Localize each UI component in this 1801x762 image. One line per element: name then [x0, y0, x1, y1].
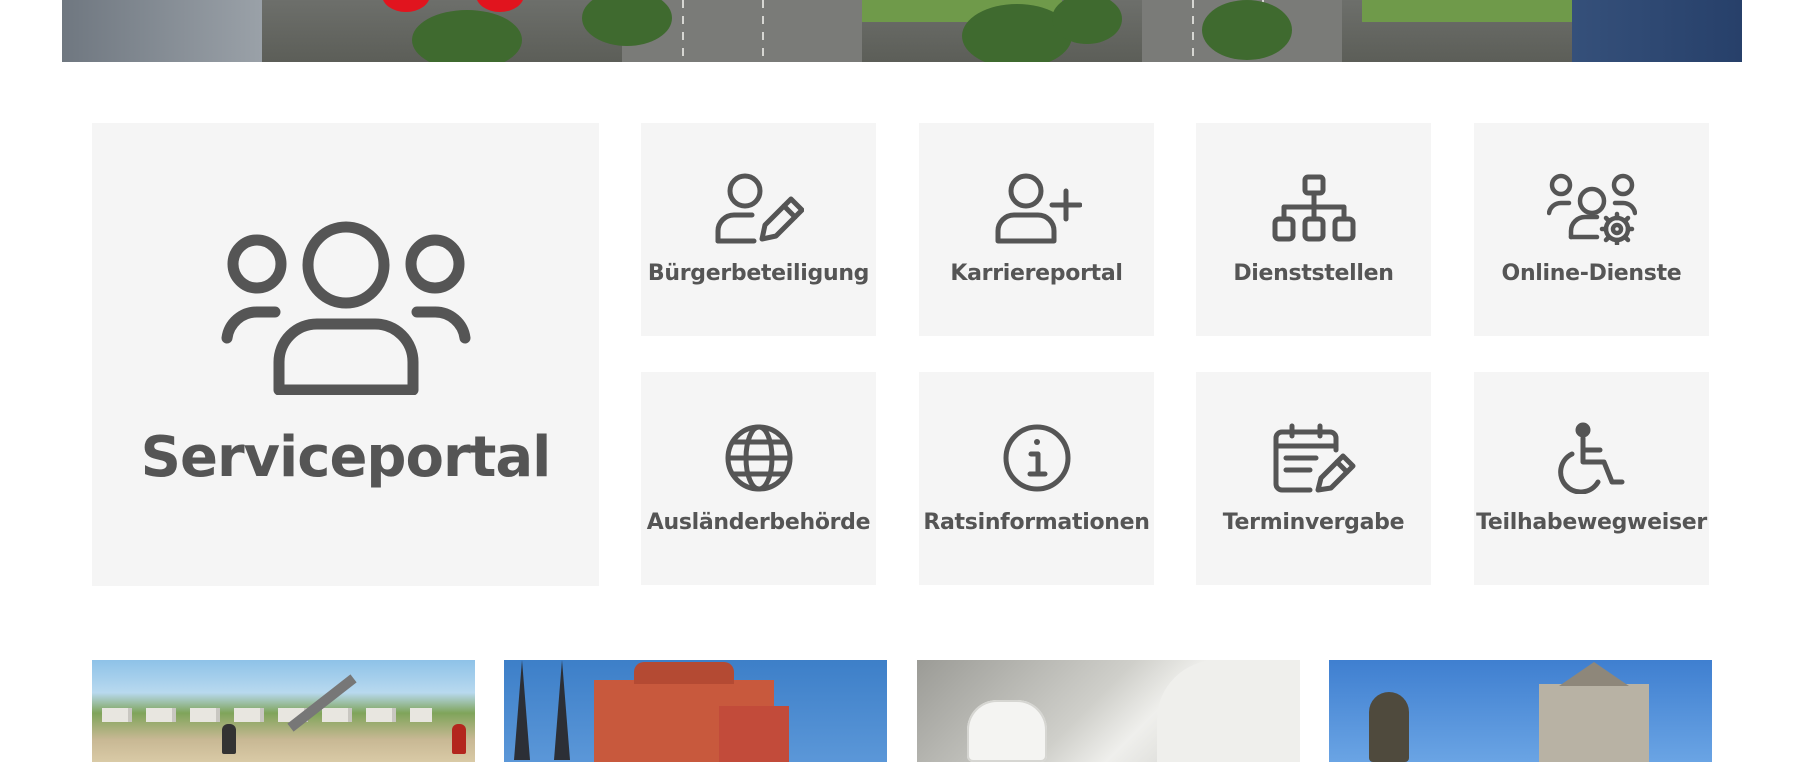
- wheelchair-icon: [1556, 422, 1628, 494]
- tile-auslaenderbehoerde[interactable]: Ausländerbehörde: [641, 372, 876, 585]
- user-plus-icon: [992, 173, 1082, 245]
- users-gear-icon: [1546, 173, 1637, 245]
- serviceportal-tile[interactable]: Serviceportal: [92, 123, 599, 586]
- calendar-pencil-icon: [1272, 422, 1356, 494]
- teaser-image-statue[interactable]: [1329, 660, 1712, 762]
- tile-teilhabewegweiser[interactable]: Teilhabewegweiser: [1474, 372, 1709, 585]
- info-circle-icon: [1001, 422, 1073, 494]
- tile-label: Online-Dienste: [1501, 261, 1682, 286]
- globe-icon: [723, 422, 795, 494]
- logo-mark-right: [476, 0, 524, 12]
- hero-image: [62, 0, 1742, 62]
- tile-label: Terminvergabe: [1222, 510, 1405, 535]
- tile-ratsinformationen[interactable]: Ratsinformationen: [919, 372, 1154, 585]
- tile-karriereportal[interactable]: Karriereportal: [919, 123, 1154, 336]
- teaser-image-playground[interactable]: [92, 660, 475, 762]
- tile-label: Karriereportal: [950, 261, 1123, 286]
- tile-dienststellen[interactable]: Dienststellen: [1196, 123, 1431, 336]
- tile-label: Teilhabewegweiser: [1476, 510, 1707, 535]
- tile-label: Dienststellen: [1233, 261, 1394, 286]
- serviceportal-label: Serviceportal: [140, 424, 552, 490]
- teaser-image-lab[interactable]: [917, 660, 1300, 762]
- group-icon: [221, 220, 471, 395]
- logo-mark-left: [382, 0, 430, 12]
- org-chart-icon: [1272, 173, 1356, 245]
- teaser-image-historic-house[interactable]: [504, 660, 887, 762]
- tile-buergerbeteiligung[interactable]: Bürgerbeteiligung: [641, 123, 876, 336]
- tile-online-dienste[interactable]: Online-Dienste: [1474, 123, 1709, 336]
- tile-label: Ratsinformationen: [923, 510, 1150, 535]
- user-pencil-icon: [714, 173, 804, 245]
- tile-terminvergabe[interactable]: Terminvergabe: [1196, 372, 1431, 585]
- tile-label: Ausländerbehörde: [646, 510, 871, 535]
- tile-label: Bürgerbeteiligung: [647, 261, 870, 286]
